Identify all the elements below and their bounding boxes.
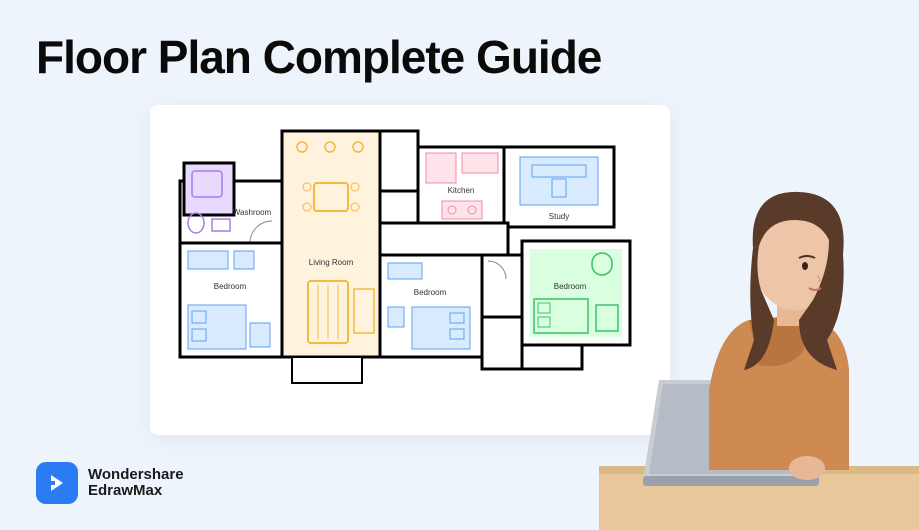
logo-product-text: EdrawMax	[88, 483, 184, 500]
floor-plan-diagram: Living Room Kitchen Study Washroom	[172, 123, 648, 419]
logo-brand-text: Wondershare	[88, 467, 184, 484]
living-room-label: Living Room	[309, 258, 354, 267]
study-label: Study	[549, 212, 569, 221]
floor-plan-card: Living Room Kitchen Study Washroom	[150, 105, 670, 435]
bedroom1-label: Bedroom	[214, 282, 247, 291]
page-title: Floor Plan Complete Guide	[36, 30, 601, 84]
bedroom2-label: Bedroom	[414, 288, 447, 297]
edrawmax-icon	[36, 462, 78, 504]
brand-logo: Wondershare EdrawMax	[36, 462, 184, 504]
person-illustration	[599, 170, 919, 530]
washroom-label: Washroom	[233, 208, 272, 217]
kitchen-label: Kitchen	[448, 186, 475, 195]
bedroom3-label: Bedroom	[554, 282, 587, 291]
